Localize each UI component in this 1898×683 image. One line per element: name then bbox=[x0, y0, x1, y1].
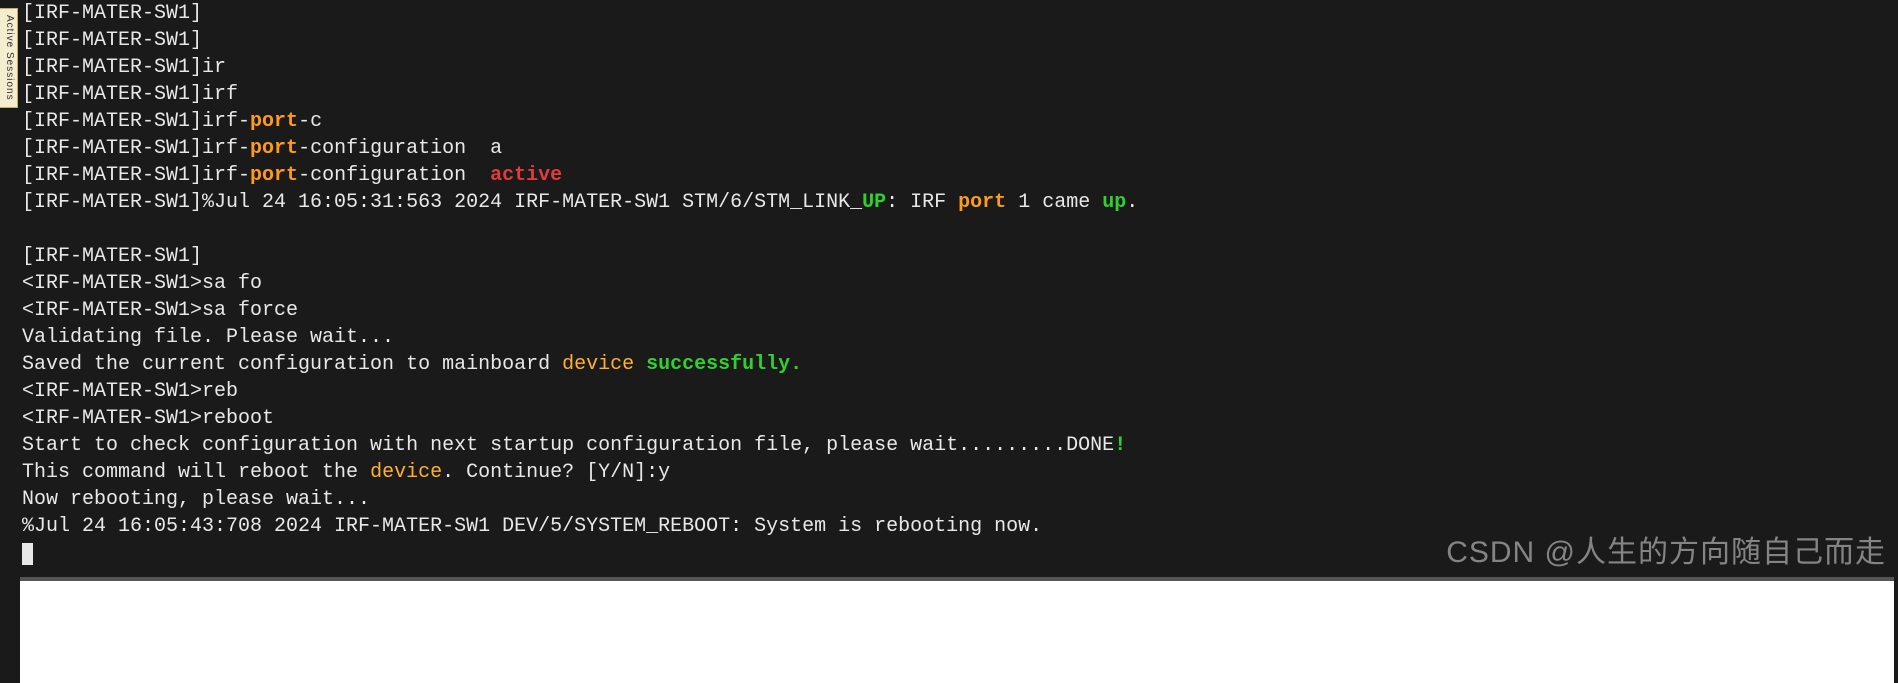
line: Validating file. Please wait... bbox=[22, 326, 394, 349]
line: Now rebooting, please wait... bbox=[22, 488, 370, 511]
line: <IRF-MATER-SW1>sa fo bbox=[22, 272, 262, 295]
line: [IRF-MATER-SW1]irf-port-c bbox=[22, 110, 322, 133]
active-sessions-tab[interactable]: Active Sessions bbox=[0, 8, 18, 108]
line: %Jul 24 16:05:43:708 2024 IRF-MATER-SW1 … bbox=[22, 515, 1042, 538]
line: Saved the current configuration to mainb… bbox=[22, 353, 802, 376]
line: [IRF-MATER-SW1]%Jul 24 16:05:31:563 2024… bbox=[22, 191, 1138, 214]
line: [IRF-MATER-SW1] bbox=[22, 2, 202, 25]
cursor bbox=[22, 543, 33, 565]
line: Start to check configuration with next s… bbox=[22, 434, 1126, 457]
line: <IRF-MATER-SW1>sa force bbox=[22, 299, 298, 322]
line: [IRF-MATER-SW1]irf-port-configuration ac… bbox=[22, 164, 562, 187]
lower-panel bbox=[20, 577, 1894, 683]
line: [IRF-MATER-SW1]irf-port-configuration a bbox=[22, 137, 502, 160]
terminal-pane[interactable]: [IRF-MATER-SW1] [IRF-MATER-SW1] [IRF-MAT… bbox=[20, 0, 1894, 573]
line: [IRF-MATER-SW1]ir bbox=[22, 56, 226, 79]
line: <IRF-MATER-SW1>reb bbox=[22, 380, 238, 403]
terminal-output: [IRF-MATER-SW1] [IRF-MATER-SW1] [IRF-MAT… bbox=[20, 0, 1894, 567]
line: This command will reboot the device. Con… bbox=[22, 461, 670, 484]
line: <IRF-MATER-SW1>reboot bbox=[22, 407, 274, 430]
line: [IRF-MATER-SW1] bbox=[22, 245, 202, 268]
line: [IRF-MATER-SW1]irf bbox=[22, 83, 238, 106]
line: [IRF-MATER-SW1] bbox=[22, 29, 202, 52]
